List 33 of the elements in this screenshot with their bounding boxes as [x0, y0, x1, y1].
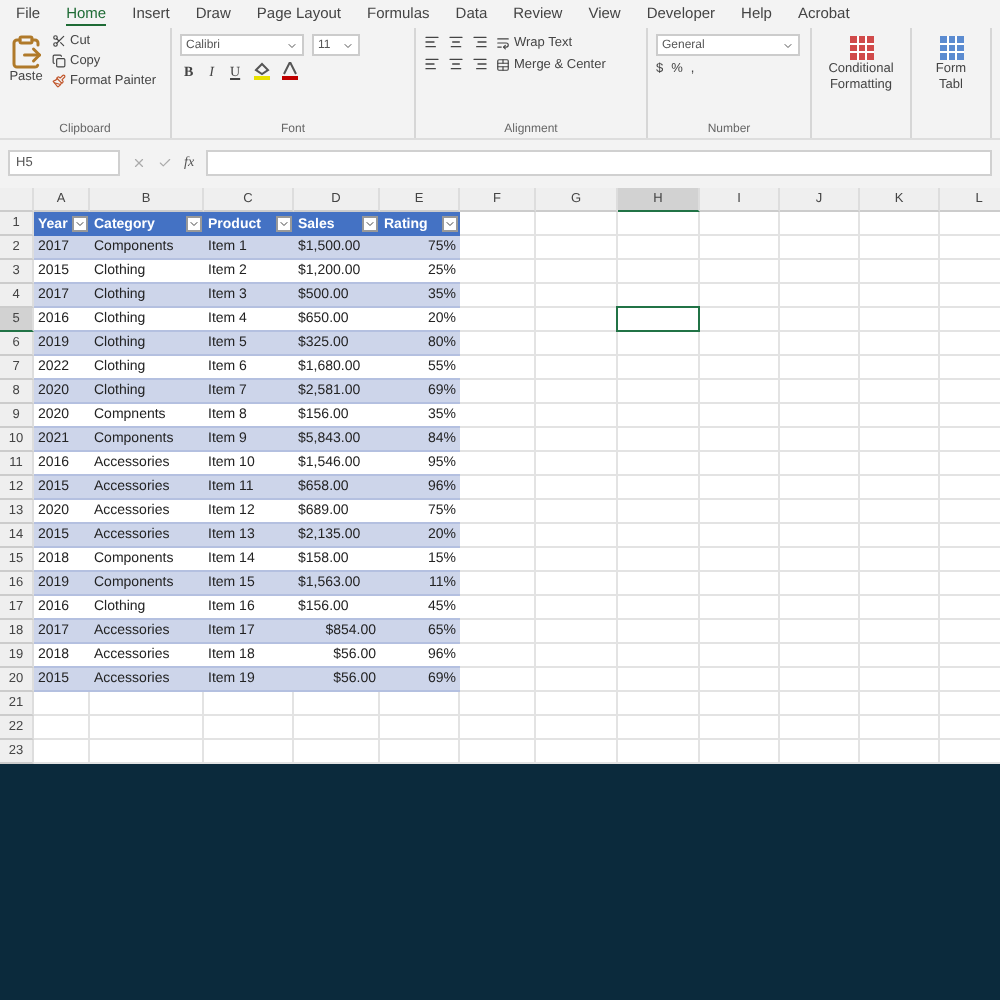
dropdown-icon	[782, 39, 794, 51]
fill-color-icon	[252, 62, 273, 80]
table-grid-icon	[937, 34, 965, 62]
paintbrush-icon	[52, 74, 66, 88]
dropdown-icon	[342, 39, 354, 51]
filter-button[interactable]	[442, 216, 458, 232]
font-color-icon	[280, 62, 301, 80]
merge-icon	[496, 57, 510, 71]
filter-button[interactable]	[186, 216, 202, 232]
dropdown-icon	[278, 218, 290, 230]
cancel-icon[interactable]	[132, 155, 146, 169]
filter-button[interactable]	[362, 216, 378, 232]
dropdown-icon	[286, 39, 298, 51]
dropdown-icon	[188, 218, 200, 230]
filter-button[interactable]	[276, 216, 292, 232]
align-icon[interactable]	[472, 56, 488, 72]
dropdown-icon	[74, 218, 86, 230]
formula-input[interactable]	[206, 149, 992, 175]
table-grid-icon	[847, 34, 875, 62]
dropdown-icon	[364, 218, 376, 230]
scissors-icon	[52, 34, 66, 48]
filter-button[interactable]	[72, 216, 88, 232]
align-icon[interactable]	[448, 34, 464, 50]
align-icon[interactable]	[448, 56, 464, 72]
dropdown-icon	[444, 218, 456, 230]
align-icon[interactable]	[424, 34, 440, 50]
select-all-corner[interactable]	[0, 188, 34, 212]
clipboard-icon	[8, 34, 44, 70]
align-icon[interactable]	[424, 56, 440, 72]
copy-icon	[52, 54, 66, 68]
enter-icon[interactable]	[158, 155, 172, 169]
align-icon[interactable]	[472, 34, 488, 50]
wrap-icon	[496, 35, 510, 49]
